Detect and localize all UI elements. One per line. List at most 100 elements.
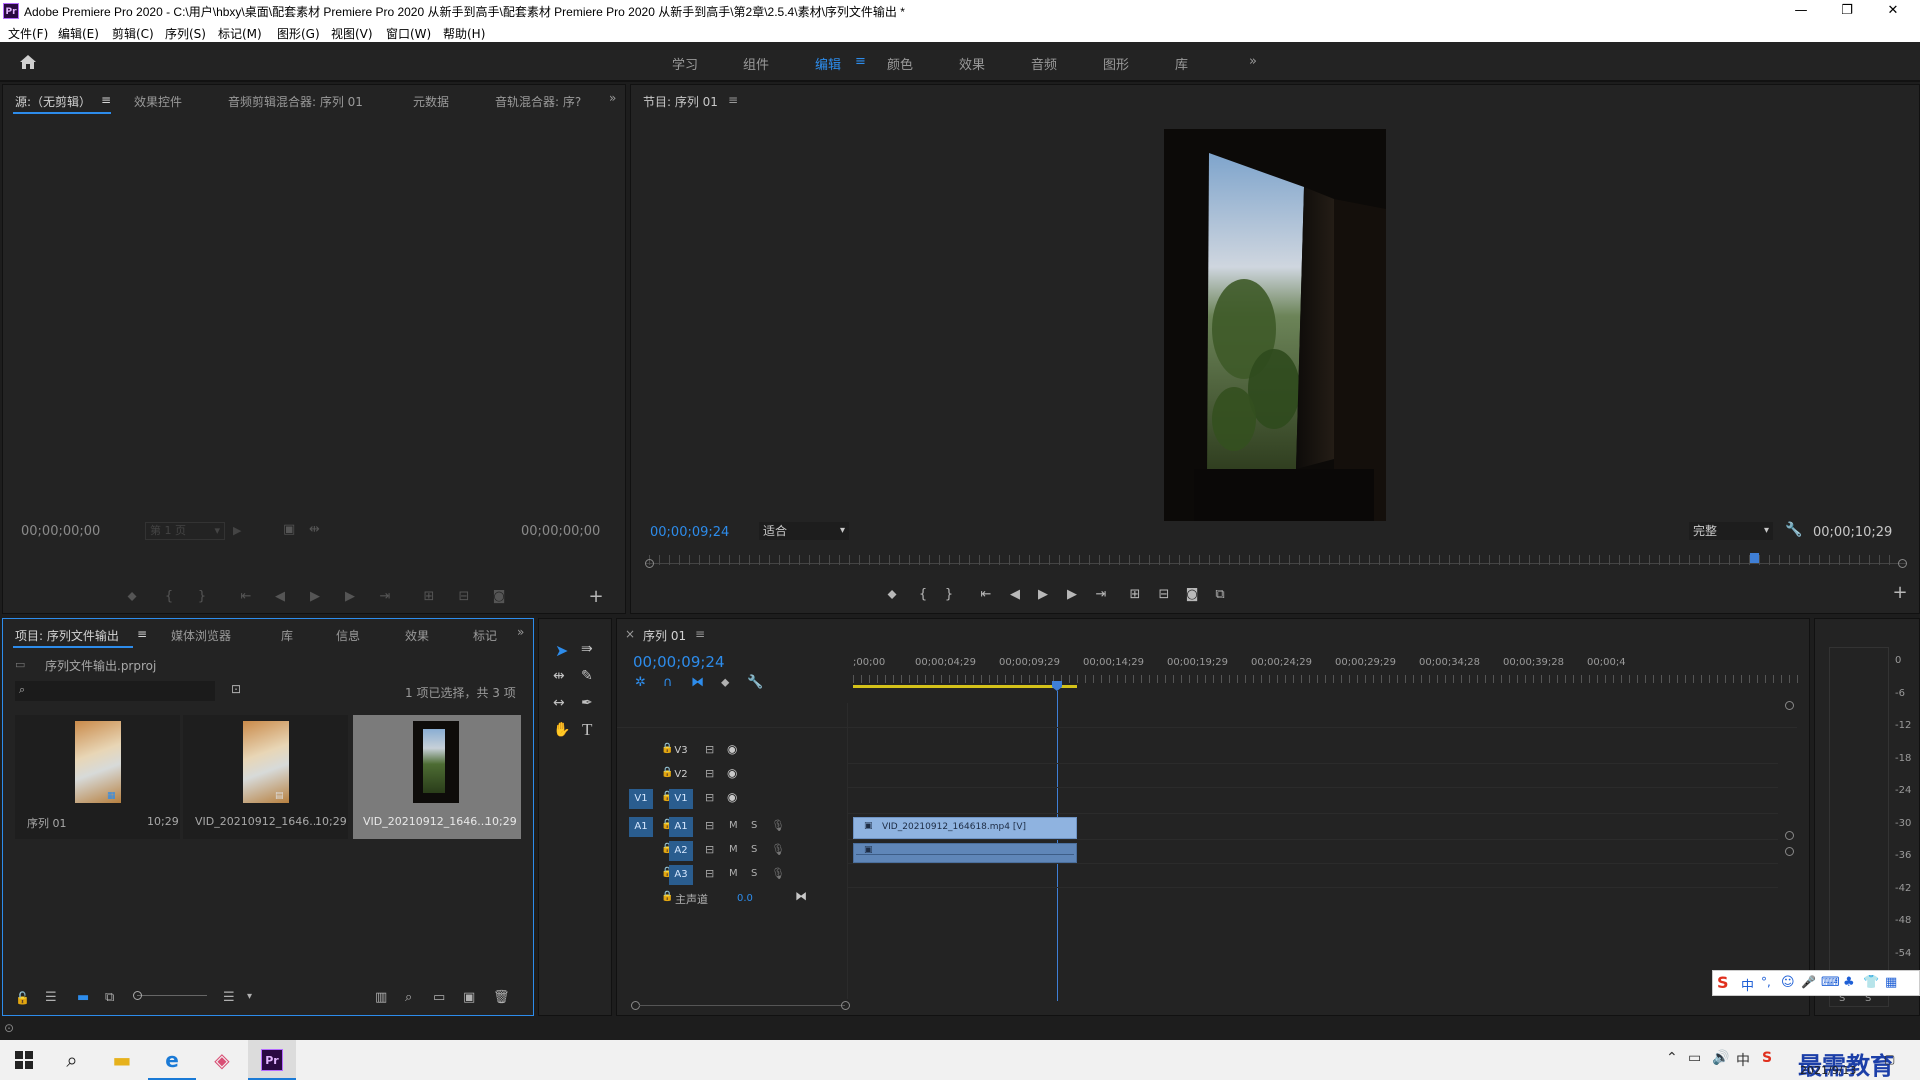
sync-lock-icon[interactable]: ⊟ — [705, 767, 714, 780]
fit-icon[interactable]: ⇹ — [309, 522, 320, 537]
ripple-edit-tool-icon[interactable]: ⇹ — [553, 668, 565, 684]
ime-emoji[interactable]: ☺ — [1781, 975, 1795, 990]
notification-icon[interactable]: ▢ — [1884, 1052, 1895, 1066]
project-search[interactable]: ⌕ — [15, 681, 215, 701]
track-a3-label[interactable]: A3 — [669, 865, 693, 885]
network-icon[interactable]: ▭ — [1688, 1050, 1701, 1066]
razor-tool-icon[interactable]: ✎ — [581, 668, 593, 684]
workspace-audio[interactable]: 音频 — [1031, 54, 1057, 73]
ime-toolbox[interactable]: 👕 — [1863, 975, 1879, 990]
sync-lock-icon[interactable]: ⊟ — [705, 867, 714, 880]
ime-menu[interactable]: ▦ — [1885, 975, 1897, 990]
hand-tool-icon[interactable]: ✋ — [553, 722, 570, 738]
sogou-tray-icon[interactable]: S — [1762, 1050, 1772, 1066]
tab-sequence[interactable]: 序列 01 — [643, 627, 686, 644]
zoom-slider[interactable] — [133, 991, 207, 1000]
mark-out-icon[interactable]: } — [938, 585, 960, 605]
workspace-menu-icon[interactable]: ≡ — [855, 54, 866, 69]
mute-button[interactable]: M — [729, 868, 738, 879]
source-timecode-right[interactable]: 00;00;00;00 — [521, 524, 600, 539]
tab-effects[interactable]: 效果 — [405, 627, 429, 644]
trash-icon[interactable]: 🗑 — [493, 990, 510, 1005]
mark-in-icon[interactable]: { — [912, 585, 934, 605]
menu-view[interactable]: 视图(V) — [331, 25, 373, 42]
play-icon[interactable]: ▶ — [304, 587, 326, 607]
tab-markers[interactable]: 标记 — [473, 627, 501, 644]
ime-punctuation[interactable]: °, — [1761, 975, 1771, 989]
master-volume-value[interactable]: 0.0 — [737, 893, 753, 904]
sogou-logo-icon[interactable]: S — [1717, 973, 1729, 992]
premiere-taskbar-icon[interactable]: Pr — [248, 1040, 296, 1080]
linked-selection-icon[interactable]: ⧓ — [691, 675, 704, 690]
workspace-graphics[interactable]: 图形 — [1103, 54, 1129, 73]
workspace-editing[interactable]: 编辑 — [815, 54, 841, 73]
step-forward-icon[interactable]: ▶ — [1061, 585, 1083, 605]
sync-lock-icon[interactable]: ⊟ — [705, 791, 714, 804]
track-v3-label[interactable]: V3 — [669, 741, 693, 761]
mute-button[interactable]: M — [729, 844, 738, 855]
automate-to-sequence-icon[interactable]: ▥ — [375, 990, 387, 1005]
menu-graphics[interactable]: 图形(G) — [277, 25, 320, 42]
workspace-libraries[interactable]: 库 — [1175, 54, 1188, 73]
solo-button[interactable]: S — [751, 820, 757, 831]
tab-effect-controls[interactable]: 效果控件 — [134, 93, 182, 110]
overwrite-icon[interactable]: ⊟ — [453, 587, 475, 607]
file-explorer-icon[interactable]: ▬ — [98, 1040, 146, 1080]
play-icon-small[interactable]: ▶ — [233, 524, 241, 537]
project-item-clip-2-selected[interactable]: VID_20210912_1646... 10;29 — [353, 715, 521, 839]
restore-icon[interactable]: ❐ — [1824, 0, 1870, 22]
close-tab-icon[interactable]: × — [625, 627, 635, 641]
slip-tool-icon[interactable]: ↔ — [553, 695, 565, 711]
chevron-down-icon[interactable]: ▾ — [247, 991, 252, 1002]
menu-sequence[interactable]: 序列(S) — [165, 25, 206, 42]
ime-voice[interactable]: 🎤 — [1801, 975, 1816, 989]
workspace-overflow-icon[interactable]: » — [1249, 54, 1257, 69]
timeline-h-scrollbar[interactable] — [631, 1001, 851, 1010]
tab-source[interactable]: 源:（无剪辑） — [15, 93, 91, 110]
add-marker-icon[interactable]: ⬥ — [121, 587, 143, 607]
search-input[interactable] — [35, 683, 211, 699]
tab-menu-icon[interactable]: ≡ — [137, 627, 147, 641]
work-area-bar[interactable] — [853, 685, 1077, 688]
paint-app-icon[interactable]: ◈ — [198, 1040, 246, 1080]
nest-icon[interactable]: ✲ — [635, 675, 646, 690]
h-scroll-handle-right[interactable] — [841, 1001, 850, 1010]
export-frame-icon[interactable]: ◙ — [488, 587, 510, 607]
menu-clip[interactable]: 剪辑(C) — [112, 25, 154, 42]
menu-help[interactable]: 帮助(H) — [443, 25, 485, 42]
timeline-ruler[interactable]: ;00;00 00;00;04;29 00;00;09;29 00;00;14;… — [853, 649, 1803, 693]
add-marker-icon[interactable]: ⬥ — [881, 585, 903, 605]
track-select-tool-icon[interactable]: ⇛ — [581, 641, 593, 657]
eye-icon[interactable]: ◉ — [727, 790, 737, 804]
go-to-out-icon[interactable]: ⇥ — [374, 587, 396, 607]
pen-tool-icon[interactable]: ✒ — [581, 695, 593, 711]
timeline-timecode[interactable]: 00;00;09;24 — [633, 653, 725, 671]
workspace-assembly[interactable]: 组件 — [743, 54, 769, 73]
new-item-icon[interactable]: ▣ — [463, 990, 475, 1005]
freeform-view-icon[interactable]: ⧉ — [105, 990, 114, 1005]
zoom-handle-left[interactable] — [645, 559, 654, 568]
menu-file[interactable]: 文件(F) — [8, 25, 48, 42]
solo-button[interactable]: S — [751, 844, 757, 855]
workspace-learn[interactable]: 学习 — [672, 54, 698, 73]
tabs-overflow-icon[interactable]: » — [517, 625, 524, 639]
go-to-in-icon[interactable]: ⇤ — [975, 585, 997, 605]
tab-media-browser[interactable]: 媒体浏览器 — [171, 627, 231, 644]
go-to-in-icon[interactable]: ⇤ — [235, 587, 257, 607]
source-page-dropdown[interactable]: 第 1 页 ▾ — [145, 522, 225, 540]
lift-icon[interactable]: ⊞ — [1124, 585, 1146, 605]
audio-clip[interactable]: ▣ — [853, 843, 1077, 863]
tab-audio-track-mixer[interactable]: 音轨混合器: 序? — [495, 93, 581, 110]
ime-chinese-mode[interactable]: 中 — [1741, 975, 1754, 994]
step-forward-icon[interactable]: ▶ — [339, 587, 361, 607]
sync-lock-icon[interactable]: ⊟ — [705, 743, 714, 756]
insert-clip-icon[interactable]: ⊞ — [418, 587, 440, 607]
zoom-slider-handle[interactable] — [133, 991, 142, 1000]
sync-lock-icon[interactable]: ⊟ — [705, 819, 714, 832]
snap-icon[interactable]: ∩ — [663, 675, 673, 690]
export-frame-icon[interactable]: ◙ — [1181, 585, 1203, 605]
source-patch-a1[interactable]: A1 — [629, 817, 653, 837]
step-back-icon[interactable]: ◀ — [269, 587, 291, 607]
sort-icon[interactable]: ☰ — [223, 990, 235, 1005]
go-to-out-icon[interactable]: ⇥ — [1090, 585, 1112, 605]
